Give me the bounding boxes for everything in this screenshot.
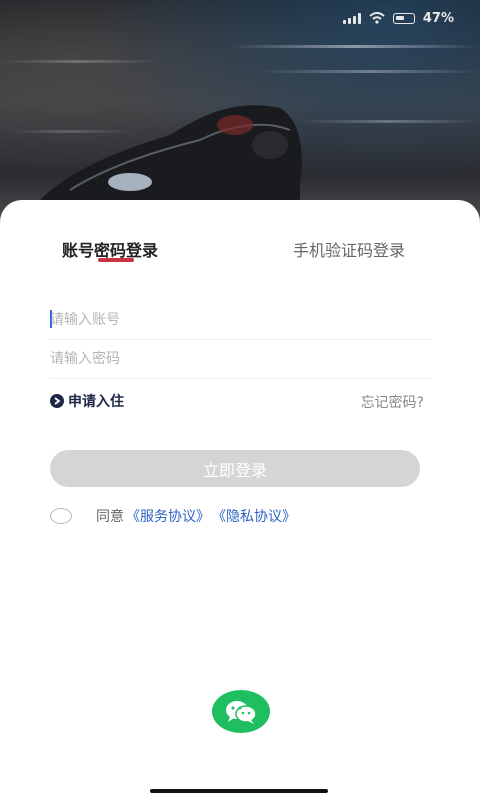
text-cursor: [50, 310, 52, 328]
battery-percentage: 47%: [422, 10, 454, 26]
agreement-row: 同意 《服务协议》 《隐私协议》: [50, 506, 298, 526]
battery-icon: [392, 12, 415, 24]
apply-label: 申请入住: [68, 394, 124, 410]
password-field: [50, 339, 432, 379]
home-indicator: [150, 789, 328, 793]
agreement-prefix: 同意: [96, 509, 124, 525]
status-bar: 47%: [342, 8, 454, 28]
wechat-icon: [226, 700, 257, 724]
wifi-icon: [369, 12, 385, 24]
agreement-checkbox[interactable]: [50, 508, 72, 524]
account-input[interactable]: [50, 311, 432, 328]
service-agreement-link[interactable]: 《服务协议》: [126, 506, 210, 526]
car-illustration: [40, 105, 302, 232]
active-tab-indicator: [98, 258, 134, 262]
password-input[interactable]: [50, 350, 432, 367]
arrow-right-circle-icon: [50, 394, 64, 408]
tab-sms-code[interactable]: 手机验证码登录: [293, 237, 405, 261]
login-button[interactable]: 立即登录: [50, 450, 420, 487]
wechat-login-button[interactable]: [212, 690, 270, 733]
hero-car-image: 47%: [0, 0, 480, 232]
apply-link[interactable]: 申请入住: [50, 391, 124, 411]
account-field: [50, 300, 432, 340]
cellular-signal-icon: [342, 12, 361, 24]
forgot-password-link[interactable]: 忘记密码?: [361, 392, 424, 412]
privacy-agreement-link[interactable]: 《隐私协议》: [212, 506, 296, 526]
